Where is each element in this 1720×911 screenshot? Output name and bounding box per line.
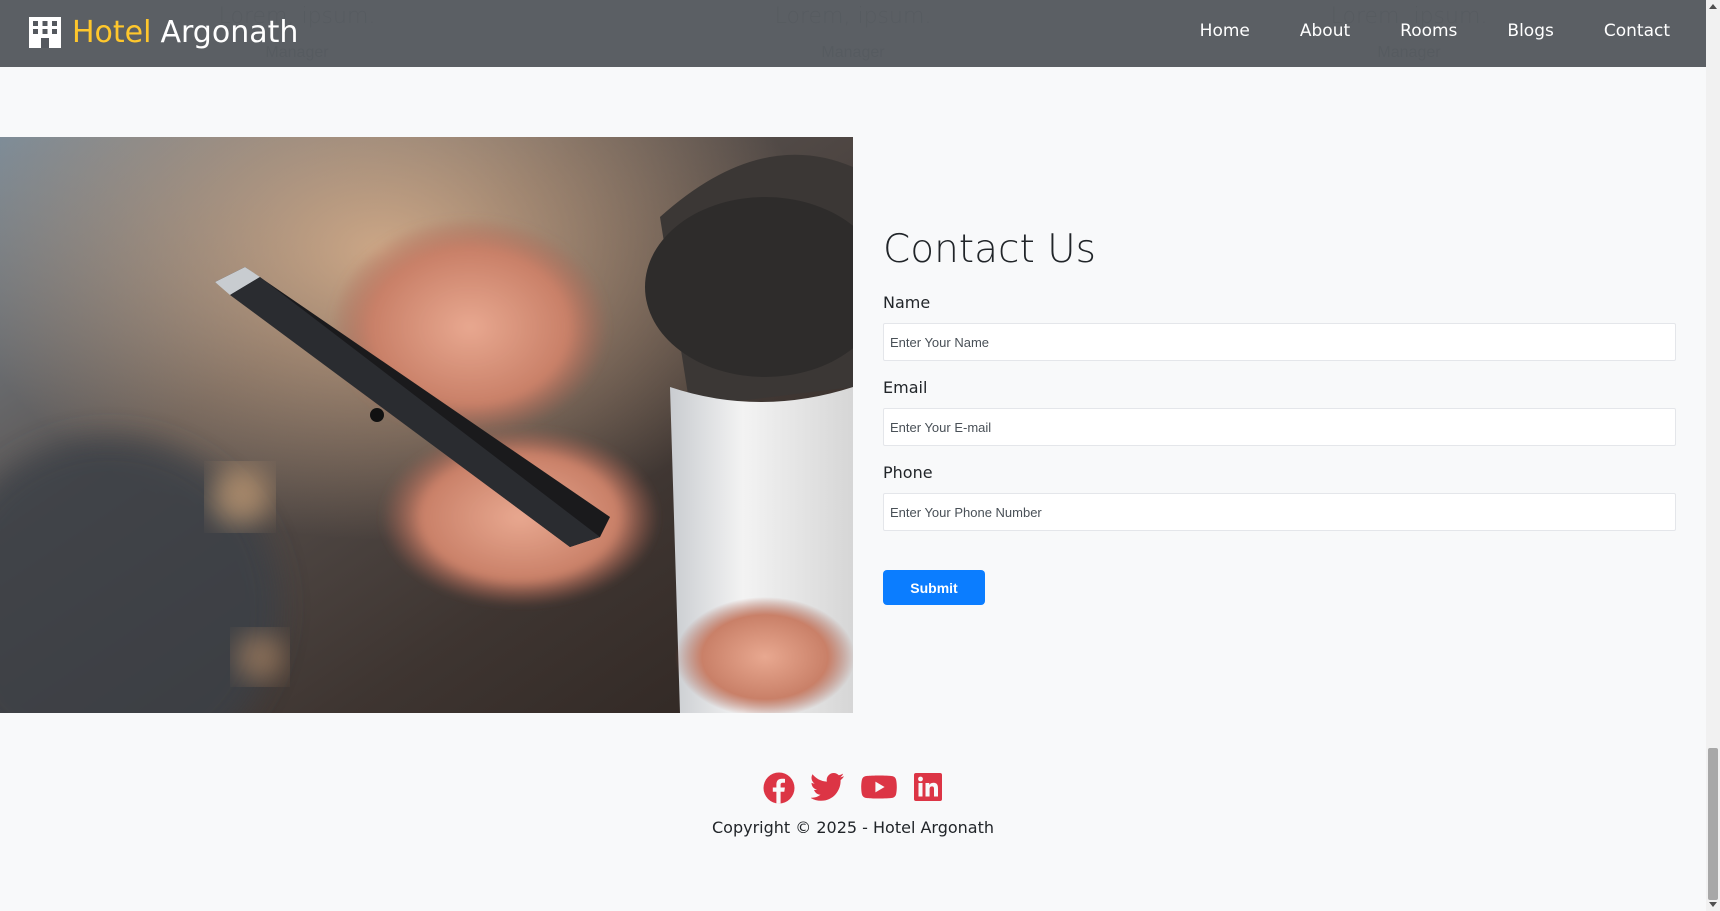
nav-link-home[interactable]: Home [1200,21,1250,41]
page-scrollbar[interactable] [1706,0,1720,911]
submit-button[interactable]: Submit [883,570,985,605]
brand-accent-text: Hotel [72,14,152,50]
scroll-up-arrow-icon[interactable] [1709,4,1717,9]
phone-label: Phone [883,463,933,482]
name-input[interactable] [883,323,1676,361]
contact-title: Contact Us [883,227,1096,272]
building-icon [29,17,61,48]
linkedin-icon[interactable] [913,772,943,804]
nav-link-rooms[interactable]: Rooms [1400,21,1457,41]
scroll-down-arrow-icon[interactable] [1709,902,1717,907]
email-label: Email [883,378,928,397]
nav-link-contact[interactable]: Contact [1604,21,1670,41]
youtube-icon[interactable] [861,772,897,804]
phone-and-coffee-photo [0,137,853,713]
brand-logo-link[interactable]: Hotel Argonath [28,14,298,50]
brand-name-text: Argonath [160,14,299,50]
scroll-thumb[interactable] [1708,748,1718,900]
nav-link-about[interactable]: About [1300,21,1350,41]
contact-form-section: Contact Us Name Email Phone Submit [883,225,1678,605]
social-links [0,772,1706,804]
contact-image [0,137,853,713]
name-label: Name [883,293,931,312]
twitter-icon[interactable] [811,772,845,804]
facebook-icon[interactable] [763,772,795,804]
nav-link-blogs[interactable]: Blogs [1507,21,1553,41]
nav-links: Home About Rooms Blogs Contact [1150,0,1670,61]
phone-input[interactable] [883,493,1676,531]
email-input[interactable] [883,408,1676,446]
copyright-text: Copyright © 2025 - Hotel Argonath [711,818,995,837]
